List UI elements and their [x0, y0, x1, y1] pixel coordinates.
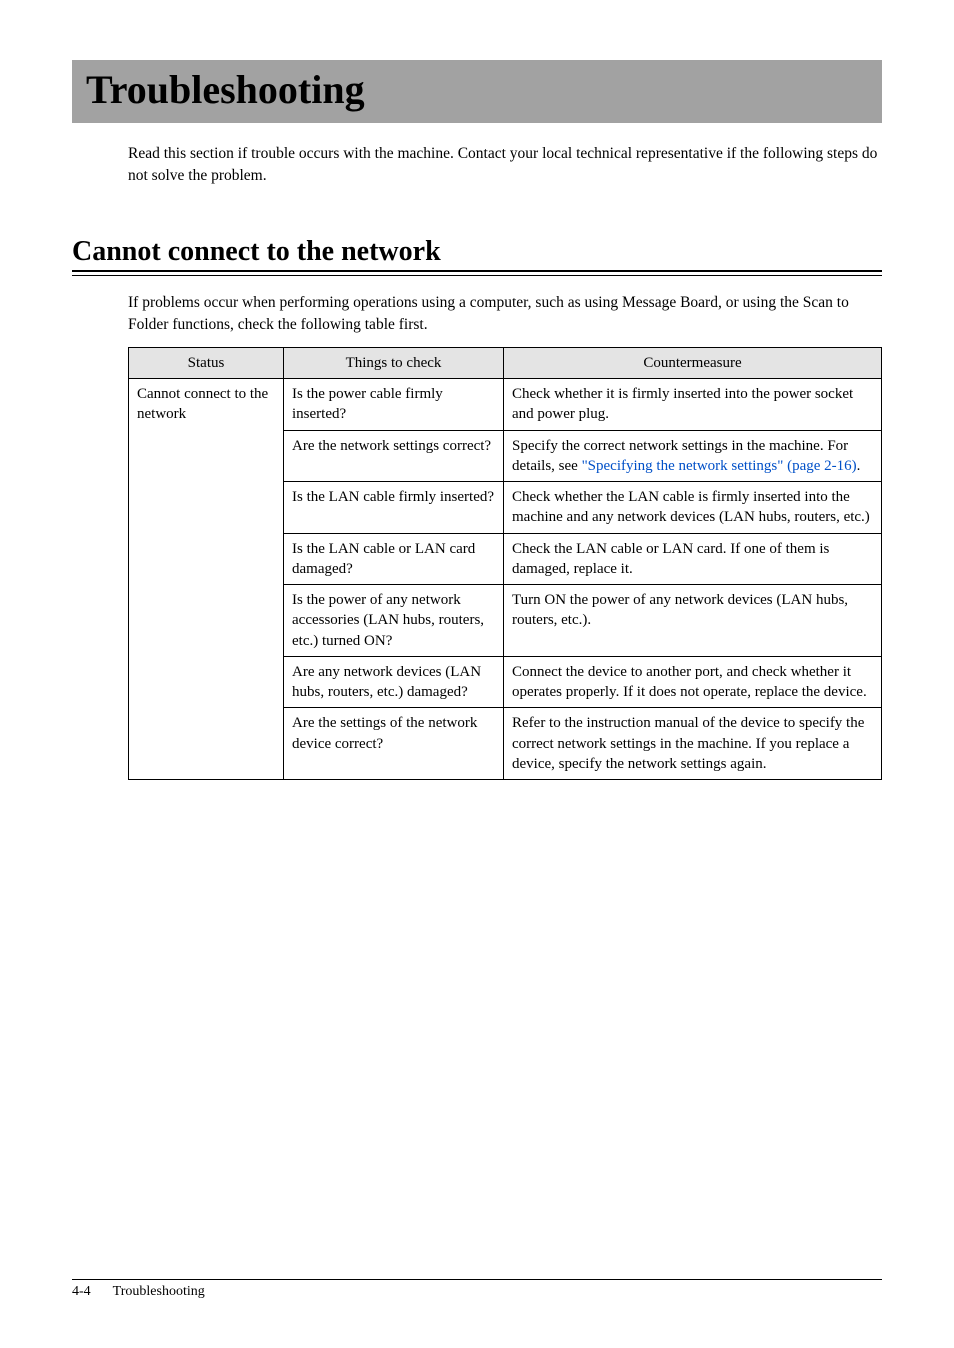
header-status: Status: [129, 347, 284, 378]
check-cell: Is the power of any network accessories …: [284, 585, 504, 657]
table-row: Cannot connect to the network Is the pow…: [129, 379, 882, 431]
troubleshooting-table: Status Things to check Countermeasure Ca…: [128, 347, 882, 780]
page-number: 4-4: [72, 1284, 91, 1299]
measure-cell: Check the LAN cable or LAN card. If one …: [504, 533, 882, 585]
spec-link[interactable]: "Specifying the network settings" (page …: [582, 458, 857, 474]
measure-cell: Check whether the LAN cable is firmly in…: [504, 482, 882, 534]
check-cell: Are any network devices (LAN hubs, route…: [284, 656, 504, 708]
check-cell: Are the settings of the network device c…: [284, 708, 504, 780]
footer-section: Troubleshooting: [113, 1284, 205, 1299]
check-cell: Are the network settings correct?: [284, 430, 504, 482]
measure-cell: Specify the correct network settings in …: [504, 430, 882, 482]
intro-paragraph: Read this section if trouble occurs with…: [128, 143, 882, 188]
section-heading: Cannot connect to the network: [72, 236, 882, 268]
check-cell: Is the LAN cable or LAN card damaged?: [284, 533, 504, 585]
header-measure: Countermeasure: [504, 347, 882, 378]
section-rule: [72, 270, 882, 276]
title-bar: Troubleshooting: [72, 60, 882, 123]
check-cell: Is the power cable firmly inserted?: [284, 379, 504, 431]
status-cell: Cannot connect to the network: [129, 379, 284, 780]
check-cell: Is the LAN cable firmly inserted?: [284, 482, 504, 534]
measure-cell: Check whether it is firmly inserted into…: [504, 379, 882, 431]
measure-cell: Turn ON the power of any network devices…: [504, 585, 882, 657]
section-intro: If problems occur when performing operat…: [128, 292, 882, 337]
measure-cell: Connect the device to another port, and …: [504, 656, 882, 708]
page-title: Troubleshooting: [86, 66, 868, 113]
header-check: Things to check: [284, 347, 504, 378]
page-footer: 4-4 Troubleshooting: [72, 1279, 882, 1300]
measure-cell: Refer to the instruction manual of the d…: [504, 708, 882, 780]
